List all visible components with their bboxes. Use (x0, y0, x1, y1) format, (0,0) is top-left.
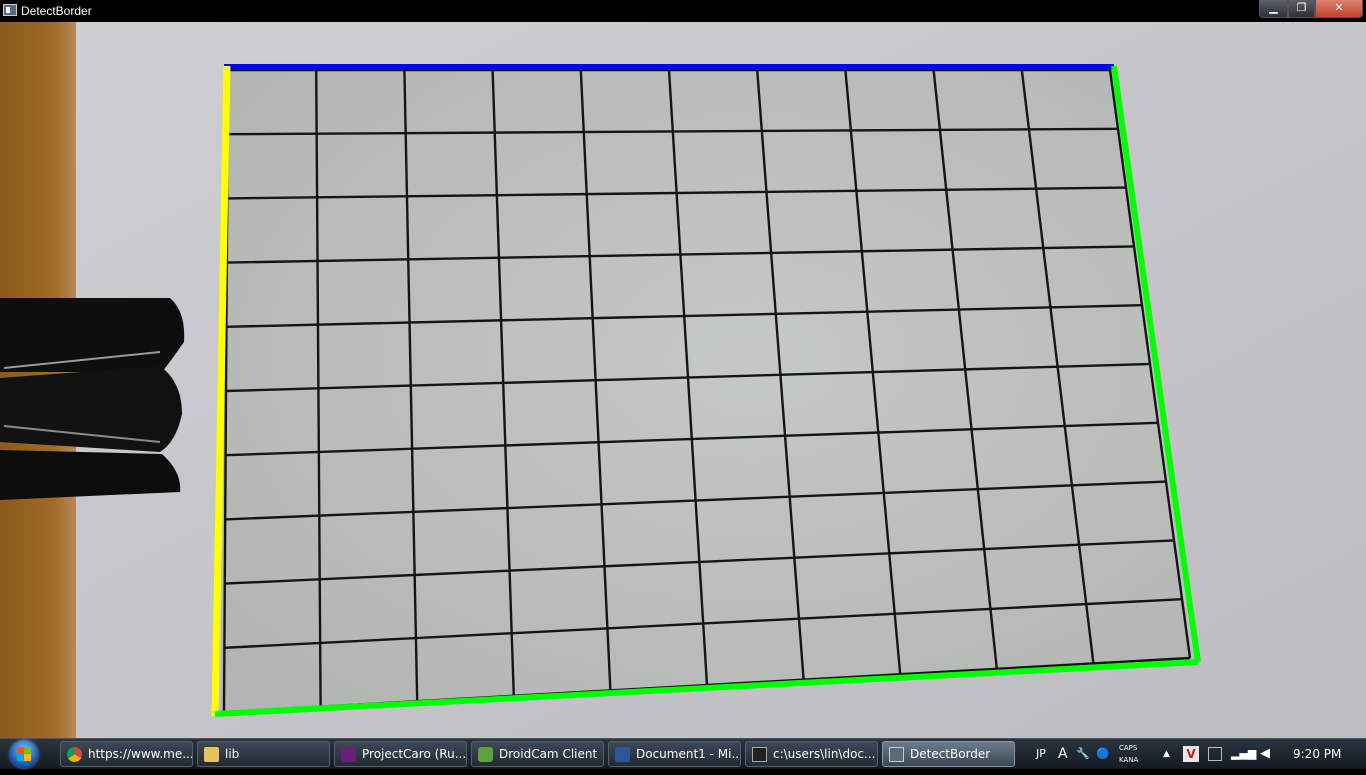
taskbar-button[interactable]: c:\users\lin\doc... (745, 741, 878, 767)
close-button[interactable]: ✕ (1315, 0, 1363, 18)
wrench-icon[interactable]: 🔧 (1076, 739, 1090, 769)
window-title: DetectBorder (21, 4, 92, 18)
word-icon (615, 747, 630, 762)
antivirus-icon[interactable]: V (1183, 746, 1199, 762)
detectborder-window: DetectBorder ▁ ❐ ✕ https://www.me... lib… (0, 0, 1366, 769)
chrome-icon (67, 747, 82, 762)
app-window-icon (3, 4, 17, 16)
kana-indicator: KANA (1119, 756, 1139, 764)
network-signal-icon[interactable]: ▂▄▆ (1231, 739, 1256, 769)
taskbar-button[interactable]: https://www.me... (60, 741, 193, 767)
dark-object (0, 298, 185, 500)
taskbar-button[interactable]: ProjectCaro (Ru... (334, 741, 467, 767)
volume-icon[interactable]: ◀ (1260, 739, 1270, 769)
action-center-icon[interactable] (1208, 747, 1222, 761)
app-window-icon (889, 747, 904, 762)
taskbar-button[interactable]: DroidCam Client (471, 741, 604, 767)
start-button[interactable] (4, 739, 48, 769)
ime-pad-icon[interactable]: 🔵 (1096, 739, 1110, 769)
droidcam-icon (478, 747, 493, 762)
taskbar-button-label: c:\users\lin\doc... (773, 747, 876, 761)
folder-icon (204, 747, 219, 762)
clock[interactable]: 9:20 PM (1293, 739, 1341, 769)
title-bar[interactable]: DetectBorder ▁ ❐ ✕ (0, 0, 1366, 22)
ime-mode-indicator[interactable]: A (1058, 739, 1068, 769)
taskbar-button-label: DroidCam Client (499, 747, 598, 761)
windows-logo-icon (10, 740, 38, 768)
grid-paper (220, 68, 1192, 714)
taskbar-button-label: DetectBorder (910, 747, 991, 761)
console-icon (752, 747, 767, 762)
taskbar-button[interactable]: Document1 - Mi... (608, 741, 741, 767)
taskbar-button-label: lib (225, 747, 240, 761)
taskbar-button[interactable]: lib (197, 741, 330, 767)
minimize-button[interactable]: ▁ (1259, 0, 1288, 18)
taskbar: https://www.me... lib ProjectCaro (Ru... Dr… (0, 738, 1366, 769)
taskbar-button[interactable]: DetectBorder (882, 741, 1015, 767)
system-tray: JP A 🔧 🔵 CAPS KANA ▲ V ▂▄▆ ◀ 9:20 PM (1026, 739, 1366, 769)
taskbar-button-label: https://www.me... (88, 747, 193, 761)
camera-view (0, 22, 1366, 738)
taskbar-button-label: ProjectCaro (Ru... (362, 747, 467, 761)
visual-studio-icon (341, 747, 356, 762)
maximize-button[interactable]: ❐ (1288, 0, 1315, 18)
taskbar-button-label: Document1 - Mi... (636, 747, 741, 761)
show-hidden-icons-button[interactable]: ▲ (1163, 739, 1170, 769)
camera-frame (0, 22, 1366, 738)
language-indicator[interactable]: JP (1036, 739, 1046, 769)
